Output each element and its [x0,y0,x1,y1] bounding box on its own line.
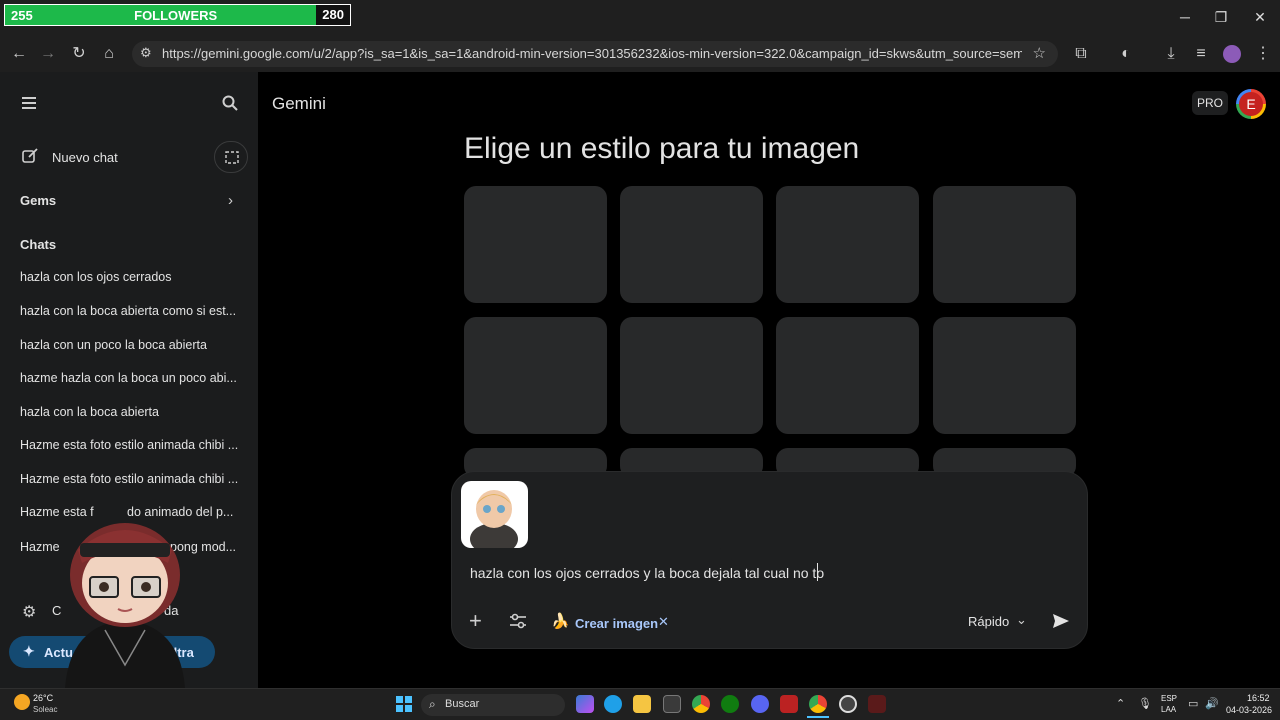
gems-section[interactable]: Gems [20,193,56,208]
network-icon[interactable]: ▭ [1188,697,1198,710]
obs-icon[interactable] [839,695,857,713]
weather-desc[interactable]: Soleac [33,705,57,714]
site-info-icon[interactable]: ⚙ [140,45,152,61]
media-control-icon[interactable]: ≡ [1190,44,1212,64]
chat-item[interactable]: hazla con la boca abierta como si est... [20,304,240,318]
style-tile[interactable] [933,186,1076,303]
tray-chevron-icon[interactable]: ⌃ [1116,697,1125,710]
followers-goal: 280 [316,5,350,25]
remove-chip-icon[interactable]: ✕ [658,614,669,630]
chevron-down-icon[interactable]: ⌄ [1016,612,1027,628]
chats-header: Chats [20,237,57,252]
add-plus-icon[interactable]: + [469,610,482,632]
chrome-active-icon[interactable] [809,695,827,713]
followers-current: 255 [11,7,33,23]
attached-image-thumbnail[interactable] [461,481,528,548]
chat-item[interactable]: Hazme esta foto estilo animada chibi ... [20,472,240,486]
send-icon[interactable] [1052,613,1070,634]
menu-icon[interactable] [22,96,38,115]
chat-item[interactable]: hazme hazla con la boca un poco abi... [20,371,240,385]
account-avatar[interactable]: E [1236,89,1266,119]
chat-item[interactable]: hazla con la boca abierta [20,405,240,419]
forward-icon[interactable]: → [37,44,59,64]
prompt-input[interactable]: hazla con los ojos cerrados y la boca de… [470,565,824,581]
clock-time[interactable]: 16:52 [1247,693,1270,703]
settings-gear-icon[interactable]: ⚙ [22,602,36,622]
pro-badge[interactable]: PRO [1192,91,1228,115]
search-placeholder: Buscar [445,698,480,710]
followers-label: FOLLOWERS [134,7,218,23]
profile-avatar-icon[interactable] [1223,45,1241,63]
app-title[interactable]: Gemini [272,94,326,114]
style-heading: Elige un estilo para tu imagen [464,132,860,165]
style-tile[interactable] [464,317,607,434]
close-icon[interactable]: ✕ [1248,6,1272,28]
weather-temp[interactable]: 26°C [33,693,53,703]
restore-icon[interactable]: ❐ [1209,6,1233,28]
taskbar-search[interactable]: ⌕ Buscar [421,694,565,716]
edge-icon[interactable] [604,695,622,713]
keyboard-layout[interactable]: LAA [1161,705,1176,714]
weather-sun-icon[interactable] [14,694,30,710]
tools-icon[interactable] [509,613,527,634]
model-selector[interactable]: Rápido [968,614,1009,629]
chrome-icon[interactable] [692,695,710,713]
new-chat-button[interactable]: Nuevo chat [52,150,118,165]
file-explorer-icon[interactable] [633,695,651,713]
style-tile[interactable] [776,317,919,434]
search-icon: ⌕ [429,697,436,711]
dashed-box-icon [225,151,239,164]
xbox-icon[interactable] [721,695,739,713]
search-icon[interactable] [222,95,238,116]
chat-item[interactable]: Hazme esta foto estilo animada chibi ... [20,438,240,452]
microphone-icon[interactable]: 🎙 [1138,697,1152,710]
style-tile[interactable] [620,186,763,303]
discord-icon[interactable] [751,695,769,713]
language-code[interactable]: ESP [1161,694,1177,703]
url-text: https://gemini.google.com/u/2/app?is_sa=… [162,46,1022,61]
game-app-icon[interactable] [868,695,886,713]
text-caret [817,563,818,581]
windows-start-icon[interactable] [396,696,412,717]
followers-goal-bar: 255 FOLLOWERS 280 [4,4,351,26]
incognito-icon[interactable]: ◐ [1115,44,1137,64]
temporary-chat-button[interactable] [214,141,248,173]
clock-date[interactable]: 04-03-2026 [1226,705,1272,715]
minimize-icon[interactable]: ─ [1173,6,1197,28]
sparkle-icon: ✦ [23,643,35,659]
active-app-indicator [807,716,829,718]
new-chat-icon[interactable] [22,148,38,169]
reload-icon[interactable]: ↻ [68,44,90,64]
style-tile[interactable] [933,317,1076,434]
volume-icon[interactable]: 🔊 [1205,697,1219,710]
back-icon[interactable]: ← [8,44,30,64]
chat-item[interactable]: hazla con los ojos cerrados [20,270,240,284]
chat-item[interactable]: hazla con un poco la boca abierta [20,338,240,352]
extensions-icon[interactable]: ⧉ [1070,44,1092,64]
banana-icon: 🍌 [551,613,570,630]
address-bar[interactable]: ⚙ https://gemini.google.com/u/2/app?is_s… [132,41,1058,67]
style-tile[interactable] [620,317,763,434]
style-tile[interactable] [464,186,607,303]
chevron-right-icon[interactable]: › [228,192,233,209]
copilot-icon[interactable] [576,695,594,713]
style-tile[interactable] [776,186,919,303]
voicemod-icon[interactable] [780,695,798,713]
store-icon[interactable] [663,695,681,713]
home-icon[interactable]: ⌂ [98,44,120,64]
download-icon[interactable]: ⤓ [1160,44,1182,64]
create-image-chip[interactable]: Crear imagen [575,616,658,631]
chrome-menu-icon[interactable]: ⋮ [1252,44,1274,64]
streamer-avatar-overlay [50,505,200,688]
avatar-letter: E [1239,92,1263,116]
bookmark-star-icon[interactable]: ☆ [1033,44,1046,62]
